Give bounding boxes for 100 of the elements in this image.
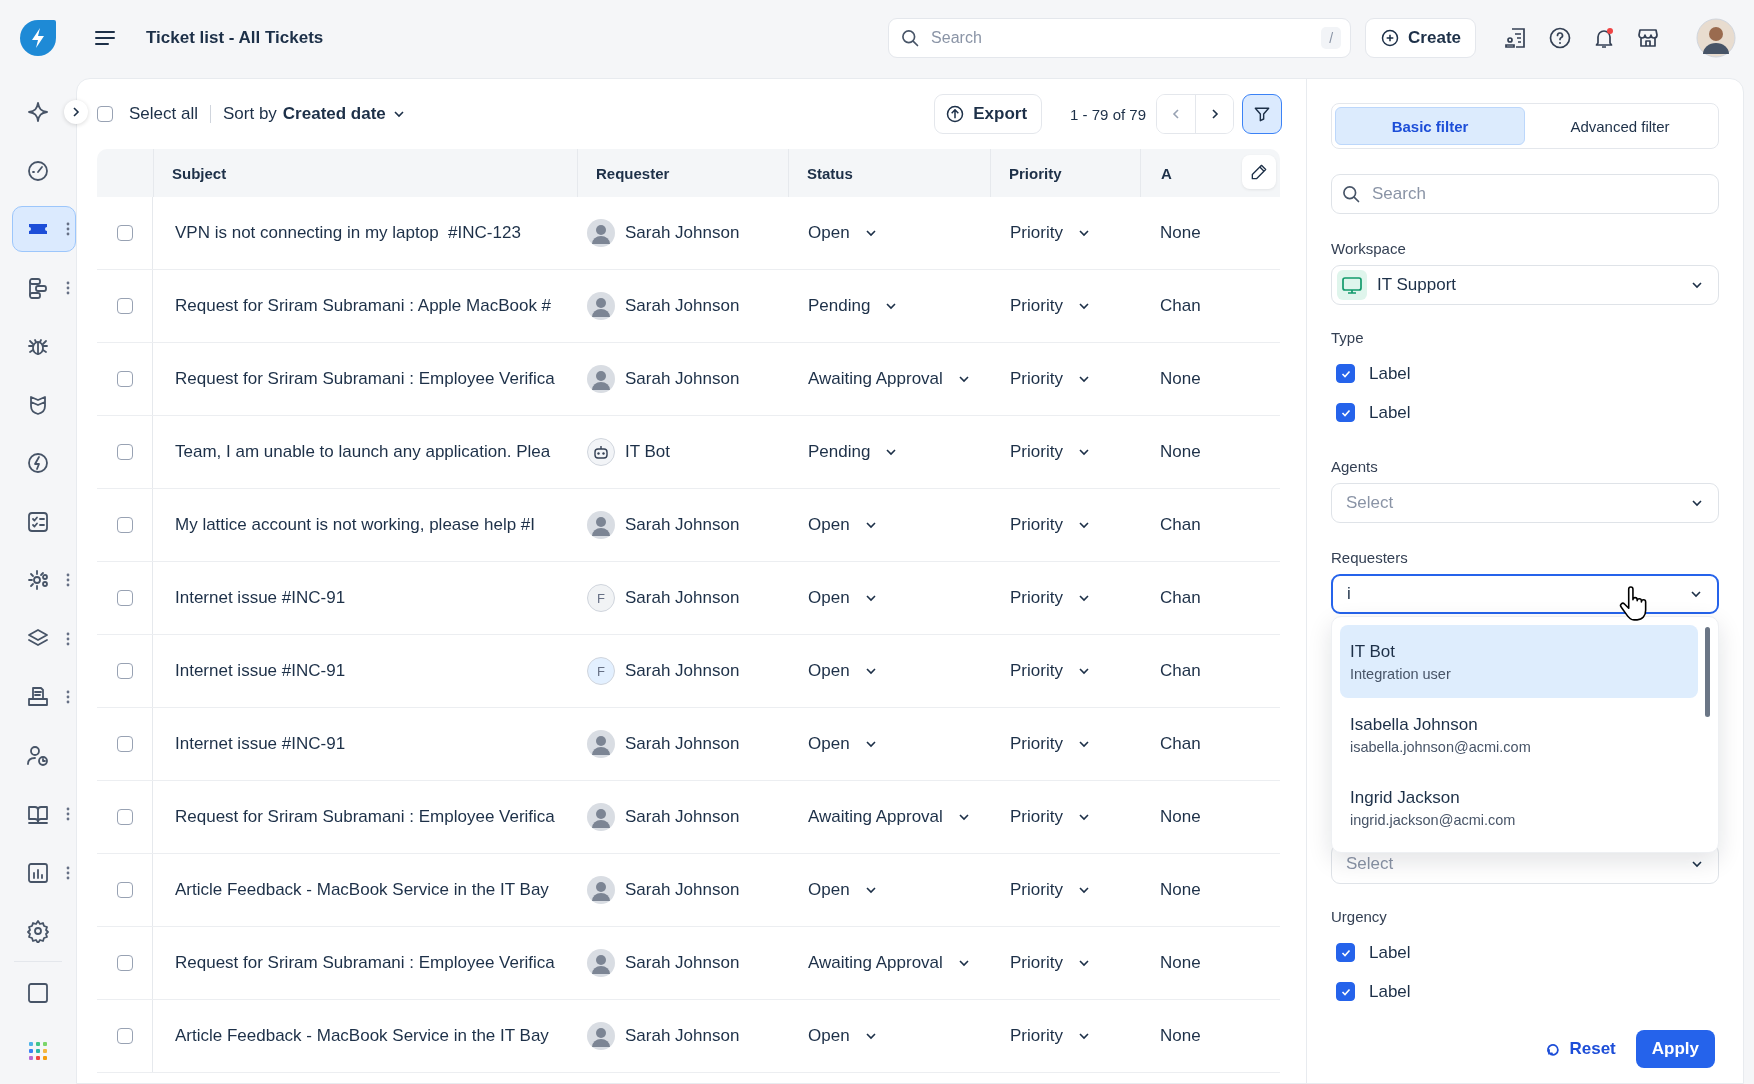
ticket-subject[interactable]: My lattice account is not working, please help #I: [175, 515, 536, 535]
checkbox[interactable]: [1336, 943, 1355, 962]
more-icon[interactable]: [66, 807, 70, 821]
checkbox[interactable]: [116, 225, 133, 241]
apply-button[interactable]: Apply: [1635, 1030, 1715, 1068]
checkbox-option[interactable]: Label: [1331, 354, 1719, 393]
status-dropdown[interactable]: Open: [808, 588, 878, 608]
checkbox[interactable]: [116, 809, 133, 825]
person-avatar: [587, 511, 615, 539]
checkbox[interactable]: [116, 298, 133, 314]
person-avatar: [587, 219, 615, 247]
more-icon[interactable]: [66, 865, 70, 880]
checkbox[interactable]: [116, 517, 133, 533]
checkbox[interactable]: [116, 1028, 133, 1044]
dropdown-option[interactable]: Isabella Johnson isabella.johnson@acmi.com: [1340, 698, 1698, 771]
requester-name: Sarah Johnson: [625, 807, 740, 827]
priority-dropdown[interactable]: Priority: [1010, 296, 1091, 316]
app-logo[interactable]: [18, 18, 58, 58]
status-dropdown[interactable]: Open: [808, 515, 878, 535]
status-dropdown[interactable]: Awaiting Approval: [808, 369, 971, 389]
filter-tab[interactable]: Advanced filter: [1525, 107, 1715, 145]
checkbox[interactable]: [116, 590, 133, 606]
status-dropdown[interactable]: Pending: [808, 296, 899, 316]
filter-tab[interactable]: Basic filter: [1335, 107, 1525, 145]
priority-dropdown[interactable]: Priority: [1010, 661, 1091, 681]
filter-button[interactable]: [1242, 94, 1282, 134]
ticket-subject[interactable]: Request for Sriram Subramani : Employee Verifica: [175, 953, 555, 973]
edit-columns-button[interactable]: [1242, 155, 1276, 189]
dropdown-option[interactable]: IT Bot Integration user: [1340, 625, 1698, 698]
more-icon[interactable]: [66, 573, 70, 587]
checkbox[interactable]: [116, 371, 133, 387]
status-dropdown[interactable]: Awaiting Approval: [808, 807, 971, 827]
ticket-subject[interactable]: Request for Sriram Subramani : Employee Verifica: [175, 807, 555, 827]
checkbox[interactable]: [116, 663, 133, 679]
filter-search-field[interactable]: Search: [1331, 174, 1719, 214]
status-dropdown[interactable]: Awaiting Approval: [808, 953, 971, 973]
more-icon[interactable]: [66, 280, 70, 295]
status-dropdown[interactable]: Pending: [808, 442, 899, 462]
requester-name: Sarah Johnson: [625, 1026, 740, 1046]
status-dropdown[interactable]: Open: [808, 661, 878, 681]
ticket-subject[interactable]: Article Feedback - MacBook Service in the IT Bay: [175, 880, 549, 900]
table-cell: None: [1160, 1026, 1201, 1046]
checkbox-option[interactable]: Label: [1331, 933, 1719, 972]
more-icon[interactable]: [66, 690, 70, 704]
filter-icon: [1252, 104, 1272, 124]
upload-icon: [945, 104, 966, 124]
ticket-subject[interactable]: Internet issue #INC-91: [175, 734, 346, 754]
priority-dropdown[interactable]: Priority: [1010, 515, 1091, 535]
sidebar-item[interactable]: [12, 206, 76, 252]
user-avatar[interactable]: [1696, 18, 1736, 58]
more-icon[interactable]: [66, 222, 70, 236]
status-dropdown[interactable]: Open: [808, 223, 878, 243]
table-cell: None: [1160, 807, 1201, 827]
priority-dropdown[interactable]: Priority: [1010, 880, 1091, 900]
checkbox[interactable]: [116, 882, 133, 898]
priority-dropdown[interactable]: Priority: [1010, 588, 1091, 608]
help-icon[interactable]: [1548, 26, 1572, 50]
create-button[interactable]: Create: [1365, 18, 1476, 58]
more-icon[interactable]: [66, 631, 70, 646]
priority-dropdown[interactable]: Priority: [1010, 1026, 1091, 1046]
ticket-subject[interactable]: VPN is not connecting in my laptop #INC-123: [175, 223, 521, 243]
ticket-subject[interactable]: Article Feedback - MacBook Service in the IT Bay: [175, 1026, 549, 1046]
ticket-subject[interactable]: Request for Sriram Subramani : Employee Verifica: [175, 369, 555, 389]
ticket-subject[interactable]: Internet issue #INC-91: [175, 588, 346, 608]
priority-dropdown[interactable]: Priority: [1010, 442, 1091, 462]
checkbox[interactable]: [116, 736, 133, 752]
priority-dropdown[interactable]: Priority: [1010, 734, 1091, 754]
priority-dropdown[interactable]: Priority: [1010, 953, 1091, 973]
status-dropdown[interactable]: Open: [808, 1026, 878, 1046]
checkbox[interactable]: [1336, 403, 1355, 422]
status-dropdown[interactable]: Open: [808, 880, 878, 900]
checkbox[interactable]: [1336, 364, 1355, 383]
export-button[interactable]: Export: [934, 94, 1043, 134]
priority-dropdown[interactable]: Priority: [1010, 369, 1091, 389]
requesters-combobox[interactable]: i: [1331, 574, 1719, 614]
checkbox-option[interactable]: Label: [1331, 393, 1719, 432]
status-dropdown[interactable]: Open: [808, 734, 878, 754]
checkbox[interactable]: [97, 106, 113, 122]
menu-icon[interactable]: [94, 29, 116, 47]
initial-avatar: F: [587, 657, 615, 685]
gauge-icon: [26, 158, 50, 183]
checkbox[interactable]: [116, 444, 133, 460]
ticket-subject[interactable]: Team, I am unable to launch any application. Plea: [175, 442, 551, 462]
chevron-right-icon: [70, 106, 82, 118]
checkbox[interactable]: [116, 955, 133, 971]
reset-button[interactable]: Reset: [1545, 1039, 1616, 1059]
sort-dropdown[interactable]: Sort by Created date: [223, 104, 406, 124]
priority-dropdown[interactable]: Priority: [1010, 223, 1091, 243]
ticket-subject[interactable]: Internet issue #INC-91: [175, 661, 346, 681]
document-user-icon[interactable]: [1504, 26, 1528, 50]
select-field[interactable]: IT Support: [1331, 265, 1719, 305]
column-header: Requester: [596, 164, 670, 182]
ticket-subject[interactable]: Request for Sriram Subramani : Apple MacBook #: [175, 296, 552, 316]
dropdown-option[interactable]: Ingrid Jackson ingrid.jackson@acmi.com: [1340, 771, 1698, 844]
expand-button[interactable]: [64, 100, 88, 124]
table-cell: None: [1160, 880, 1201, 900]
priority-dropdown[interactable]: Priority: [1010, 807, 1091, 827]
checkbox[interactable]: [1336, 982, 1355, 1001]
store-icon[interactable]: [1636, 26, 1660, 50]
checkbox-option[interactable]: Label: [1331, 972, 1719, 1011]
